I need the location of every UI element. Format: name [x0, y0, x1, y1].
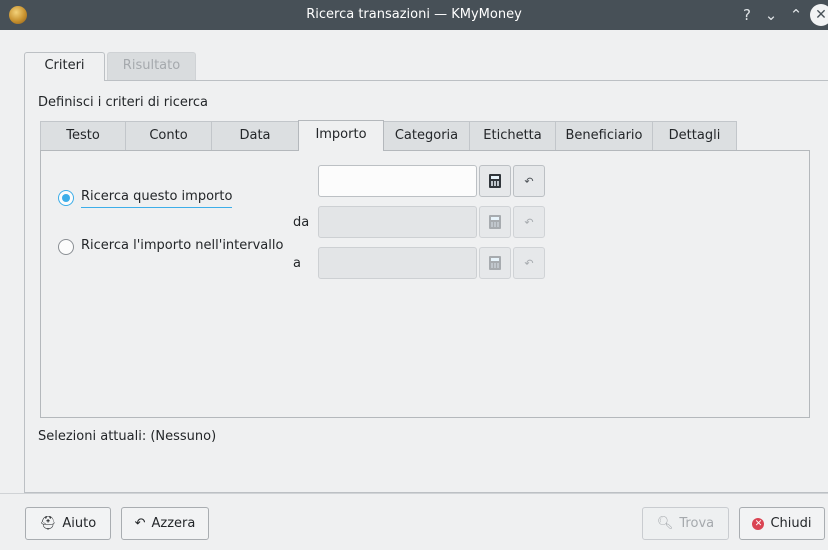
minimize-icon[interactable]: ⌄: [761, 5, 781, 25]
help-button-label: Aiuto: [62, 516, 97, 531]
close-icon: ✕: [752, 517, 765, 530]
search-exact-radio[interactable]: [58, 190, 74, 206]
from-reset-button[interactable]: ↶: [513, 206, 545, 238]
exact-calculator-button[interactable]: [479, 165, 511, 197]
close-window-icon[interactable]: ✕: [810, 4, 828, 26]
reset-button[interactable]: ↶ Azzera: [121, 507, 209, 540]
undo-icon: ↶: [524, 174, 534, 188]
search-range-radio[interactable]: [58, 239, 74, 255]
from-label: da: [293, 215, 310, 230]
to-label: a: [293, 256, 301, 271]
tab-conto[interactable]: Conto: [125, 121, 212, 150]
undo-icon: ↶: [524, 256, 534, 270]
search-range-label[interactable]: Ricerca l'importo nell'intervallo: [81, 238, 283, 253]
tab-testo[interactable]: Testo: [40, 121, 126, 150]
exact-reset-button[interactable]: ↶: [513, 165, 545, 197]
close-button-label: Chiudi: [770, 516, 812, 531]
criteria-heading: Definisci i criteri di ricerca: [38, 95, 209, 110]
find-button[interactable]: 🔍︎ Trova: [642, 507, 729, 540]
tab-beneficiario[interactable]: Beneficiario: [555, 121, 653, 150]
reset-button-label: Azzera: [151, 516, 196, 531]
calculator-icon: [489, 215, 501, 229]
tab-etichetta[interactable]: Etichetta: [469, 121, 556, 150]
close-button[interactable]: ✕ Chiudi: [739, 507, 825, 540]
help-icon[interactable]: ?: [737, 5, 757, 25]
tab-data[interactable]: Data: [211, 121, 299, 150]
current-selection-text: Selezioni attuali: (Nessuno): [38, 429, 217, 444]
from-amount-input[interactable]: [318, 206, 477, 238]
to-reset-button[interactable]: ↶: [513, 247, 545, 279]
calculator-icon: [489, 256, 501, 270]
find-button-label: Trova: [679, 516, 715, 531]
calculator-icon: [489, 174, 501, 188]
tab-dettagli[interactable]: Dettagli: [652, 121, 737, 150]
to-amount-input[interactable]: [318, 247, 477, 279]
maximize-icon[interactable]: ⌃: [786, 5, 806, 25]
tab-categoria[interactable]: Categoria: [383, 121, 470, 150]
tab-criteri[interactable]: Criteri: [24, 52, 105, 81]
tab-importo[interactable]: Importo: [298, 120, 384, 151]
help-button[interactable]: ⛑ Aiuto: [25, 507, 111, 540]
title-bar: Ricerca transazioni — KMyMoney ? ⌄ ⌃ ✕: [0, 0, 828, 30]
tab-risultato[interactable]: Risultato: [107, 52, 196, 80]
window-title: Ricerca transazioni — KMyMoney: [306, 7, 522, 22]
bottom-separator: [0, 493, 828, 494]
exact-amount-input[interactable]: [318, 165, 477, 197]
undo-icon: ↶: [524, 215, 534, 229]
from-calculator-button[interactable]: [479, 206, 511, 238]
to-calculator-button[interactable]: [479, 247, 511, 279]
search-icon: 🔍︎: [656, 516, 674, 531]
search-exact-label[interactable]: Ricerca questo importo: [81, 189, 233, 208]
lifebuoy-icon: ⛑: [39, 516, 57, 531]
undo-icon: ↶: [134, 516, 146, 531]
